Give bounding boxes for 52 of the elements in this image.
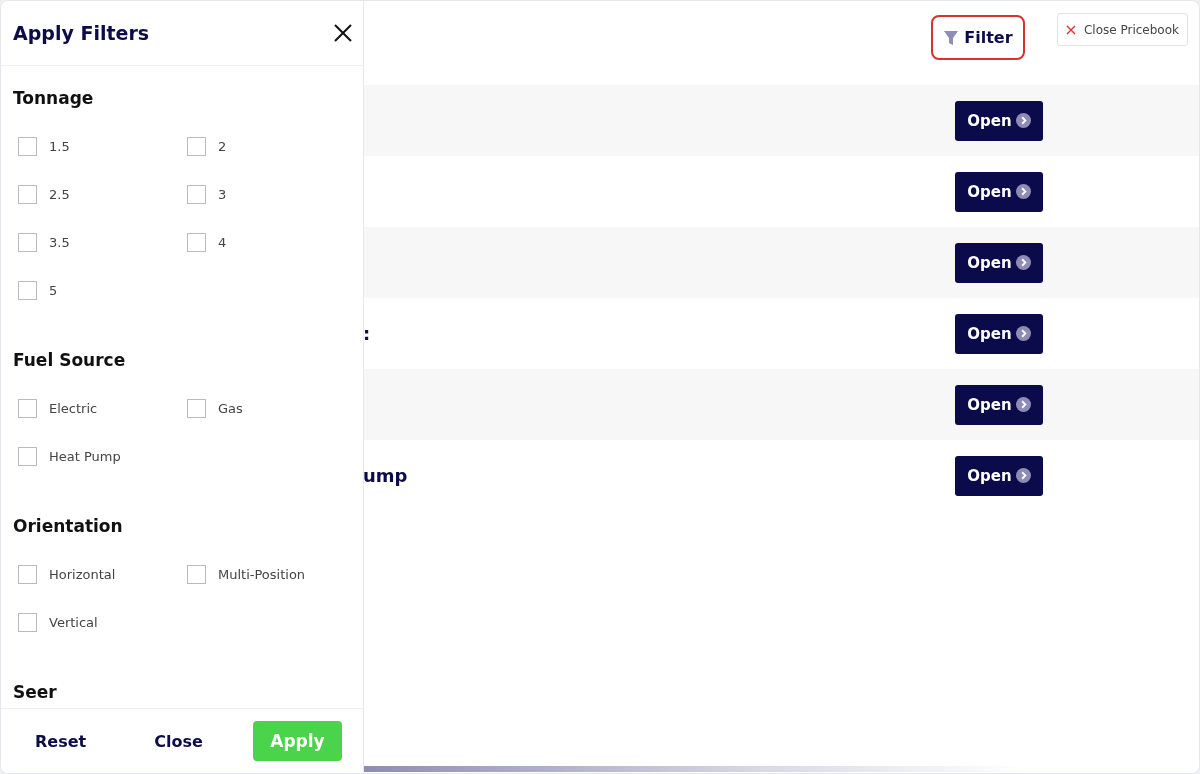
option-label: 3.5 [49, 234, 70, 250]
option-label: Multi-Position [218, 566, 306, 582]
option-label: 1.5 [49, 138, 70, 154]
reset-button[interactable]: Reset [21, 725, 101, 757]
drawer-title: Apply Filters [13, 22, 150, 44]
chevron-icon [1015, 113, 1031, 128]
section-heading: Fuel Source [13, 350, 127, 370]
chevron-icon [1015, 255, 1031, 270]
checkbox[interactable] [187, 184, 206, 204]
close-pricebook-button[interactable]: Close Pricebook [1056, 13, 1188, 46]
open-button[interactable]: Open [955, 100, 1043, 141]
checkbox[interactable] [18, 398, 37, 418]
open-button[interactable]: Open [955, 171, 1043, 212]
filter-button[interactable]: Filter [930, 15, 1025, 60]
option-label: 3 [218, 186, 227, 202]
checkbox[interactable] [18, 612, 37, 632]
open-button[interactable]: Open [955, 384, 1043, 425]
row-title: ump [363, 465, 409, 486]
open-button[interactable]: Open [955, 313, 1043, 354]
option-label: 4 [218, 234, 227, 250]
option-label: Electric [49, 400, 98, 416]
chevron-icon [1015, 468, 1031, 483]
checkbox[interactable] [18, 280, 37, 300]
close-icon[interactable] [333, 23, 353, 43]
option-label: 2.5 [49, 186, 70, 202]
filter-icon [943, 29, 960, 46]
chevron-icon [1015, 326, 1031, 341]
option-label: Vertical [49, 614, 98, 630]
option-label: Gas [218, 400, 243, 416]
section-heading: Tonnage [13, 88, 95, 108]
option-label: Heat Pump [49, 448, 121, 464]
section-heading: Orientation [13, 516, 124, 536]
checkbox[interactable] [187, 232, 206, 252]
checkbox[interactable] [187, 136, 206, 156]
chevron-icon [1015, 397, 1031, 412]
checkbox[interactable] [18, 184, 37, 204]
checkbox[interactable] [18, 232, 37, 252]
checkbox[interactable] [187, 398, 206, 418]
checkbox[interactable] [18, 136, 37, 156]
option-label: Horizontal [49, 566, 116, 582]
open-button[interactable]: Open [955, 242, 1043, 283]
row-title: : [363, 323, 372, 344]
checkbox[interactable] [18, 446, 37, 466]
checkbox[interactable] [187, 564, 206, 584]
checkbox[interactable] [18, 564, 37, 584]
chevron-icon [1015, 184, 1031, 199]
section-heading: Seer [13, 682, 58, 702]
close-button[interactable]: Close [140, 725, 217, 757]
open-button[interactable]: Open [955, 455, 1043, 496]
close-icon [1065, 24, 1076, 35]
option-label: 2 [218, 138, 227, 154]
option-label: 5 [49, 282, 58, 298]
